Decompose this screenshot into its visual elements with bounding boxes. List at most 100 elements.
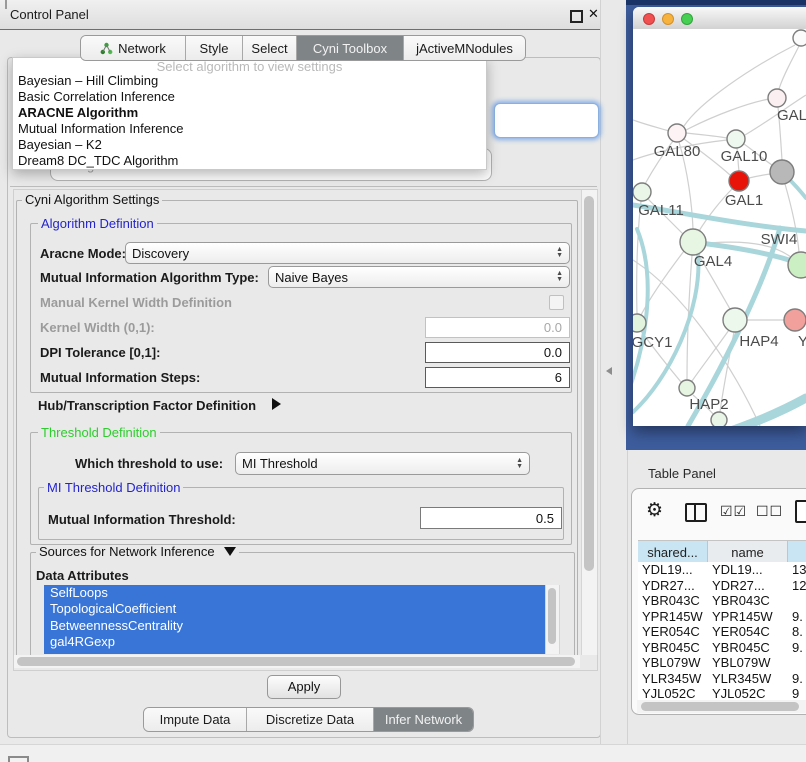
algorithm-option[interactable]: Bayesian – K2 (13, 137, 486, 153)
apply-button[interactable]: Apply (267, 675, 341, 699)
cyni-algorithm-settings-title: Cyni Algorithm Settings (22, 193, 162, 207)
network-node[interactable] (711, 412, 727, 426)
table-cell: 9. (788, 671, 806, 687)
splitter-collapse-icon[interactable] (606, 367, 612, 375)
network-node-label: GAL4 (694, 253, 732, 270)
network-node[interactable] (668, 124, 686, 142)
network-desktop-edge (626, 0, 806, 5)
clear-all-checkboxes-icon[interactable]: ☐☐ (756, 503, 783, 520)
table-panel-card: ⚙ ☑☑ ☐☐ shared...name YDL19...YDL19...13… (631, 488, 806, 715)
table-cell: YLR345W (708, 671, 788, 687)
network-node[interactable] (727, 130, 745, 148)
network-node-label: Y (798, 333, 806, 350)
settings-vscrollbar-track[interactable] (581, 190, 598, 655)
mi-threshold-field[interactable]: 0.5 (420, 507, 562, 529)
columns-icon[interactable] (685, 503, 707, 522)
screen: Control Panel ✕ NetworkStyleSelectCyni T… (0, 0, 806, 762)
network-canvas[interactable]: GALGAL80GAL10GAL1GAL11GAL4SWI4GCY1HAP4YH… (633, 29, 806, 426)
network-icon (100, 42, 113, 55)
network-node[interactable] (679, 380, 695, 396)
expand-right-icon[interactable] (272, 398, 281, 410)
network-window-titlebar[interactable] (633, 7, 806, 30)
network-node[interactable] (784, 309, 806, 331)
mi-steps-label: Mutual Information Steps: (40, 370, 200, 385)
manual-kernel-checkbox[interactable] (549, 295, 564, 310)
network-node[interactable] (633, 183, 651, 201)
tab-discretize-data[interactable]: Discretize Data (247, 708, 374, 731)
algorithm-option[interactable]: ARACNE Algorithm (13, 105, 486, 121)
tab-select[interactable]: Select (243, 36, 297, 60)
aracne-mode-select[interactable]: Discovery ▲▼ (125, 242, 570, 264)
network-node[interactable] (729, 171, 749, 191)
close-traffic-icon[interactable] (643, 13, 655, 25)
table-row[interactable]: YER054CYER054C8. (638, 624, 806, 640)
kernel-width-field[interactable]: 0.0 (425, 317, 570, 338)
separator (10, 186, 597, 187)
minimize-traffic-icon[interactable] (662, 13, 674, 25)
column-header[interactable] (788, 541, 806, 563)
table-row[interactable]: YBR043CYBR043C (638, 593, 806, 609)
collapse-down-icon[interactable] (224, 547, 236, 556)
column-header[interactable]: shared... (638, 541, 708, 563)
data-attribute-item[interactable]: gal4RGexp (44, 634, 545, 650)
settings-hscrollbar-track[interactable] (14, 655, 580, 668)
network-node-label: GAL80 (654, 143, 701, 160)
table-row[interactable]: YDL19...YDL19...13 (638, 562, 806, 578)
document-icon[interactable] (795, 500, 806, 523)
which-threshold-select[interactable]: MI Threshold ▲▼ (235, 452, 530, 475)
network-edge (686, 133, 727, 138)
column-header[interactable]: name (708, 541, 788, 563)
table-row[interactable]: YJL052CYJL052C9 (638, 686, 806, 700)
network-node-label: HAP4 (739, 333, 778, 350)
network-node[interactable] (633, 314, 646, 332)
network-edge (686, 99, 769, 130)
table-row[interactable]: YBL079WYBL079W (638, 655, 806, 671)
stepper-icon: ▲▼ (550, 271, 563, 283)
aracne-mode-label: Aracne Mode: (40, 246, 126, 261)
algorithm-option[interactable]: Dream8 DC_TDC Algorithm (13, 153, 486, 169)
network-node[interactable] (770, 160, 794, 184)
network-node[interactable] (788, 252, 806, 278)
tab-impute-data[interactable]: Impute Data (144, 708, 247, 731)
tab-network[interactable]: Network (81, 36, 186, 60)
dpi-tolerance-field[interactable]: 0.0 (425, 342, 570, 363)
tab-cyni-toolbox[interactable]: Cyni Toolbox (297, 36, 404, 60)
tab-label: Cyni Toolbox (313, 41, 387, 56)
mi-type-select[interactable]: Naive Bayes ▲▼ (268, 266, 570, 288)
minimized-panel-icon[interactable] (8, 756, 29, 762)
settings-hscrollbar-thumb[interactable] (17, 657, 575, 666)
algorithm-option[interactable]: Bayesian – Hill Climbing (13, 73, 486, 89)
data-attribute-item[interactable]: BetweennessCentrality (44, 618, 545, 634)
mi-steps-field[interactable]: 6 (425, 367, 570, 388)
attributes-scrollbar-thumb[interactable] (548, 588, 556, 644)
select-all-checkboxes-icon[interactable]: ☑☑ (720, 503, 747, 520)
float-window-icon[interactable] (570, 10, 583, 23)
algorithm-option[interactable]: Mutual Information Inference (13, 121, 486, 137)
algorithm-option[interactable]: Basic Correlation Inference (13, 89, 486, 105)
panel-splitter[interactable] (600, 0, 628, 762)
settings-vscrollbar-thumb[interactable] (584, 196, 594, 571)
table-row[interactable]: YBR045CYBR045C9. (638, 640, 806, 656)
network-node[interactable] (793, 30, 806, 46)
tab-style[interactable]: Style (186, 36, 243, 60)
table-row[interactable]: YPR145WYPR145W9. (638, 609, 806, 625)
attributes-scrollbar-track[interactable] (545, 585, 560, 654)
network-node[interactable] (768, 89, 786, 107)
which-threshold-label: Which threshold to use: (75, 456, 223, 471)
table-row[interactable]: YDR27...YDR27...12 (638, 578, 806, 594)
table-row[interactable]: YLR345WYLR345W9. (638, 671, 806, 687)
network-node[interactable] (723, 308, 747, 332)
table-hscrollbar-track[interactable] (637, 700, 806, 713)
stepper-icon: ▲▼ (510, 458, 523, 470)
tab-jactivemnodules[interactable]: jActiveMNodules (404, 36, 525, 60)
data-attribute-item[interactable]: SelfLoops (44, 585, 545, 601)
data-attribute-item[interactable]: TopologicalCoefficient (44, 601, 545, 617)
tab-label: Impute Data (160, 712, 231, 727)
zoom-traffic-icon[interactable] (681, 13, 693, 25)
inference-algorithm-combo[interactable] (494, 103, 599, 138)
table-hscrollbar-thumb[interactable] (641, 702, 799, 711)
network-node[interactable] (680, 229, 706, 255)
tab-infer-network[interactable]: Infer Network (374, 708, 473, 731)
gear-icon[interactable]: ⚙ (646, 499, 663, 522)
close-icon[interactable]: ✕ (588, 6, 599, 22)
